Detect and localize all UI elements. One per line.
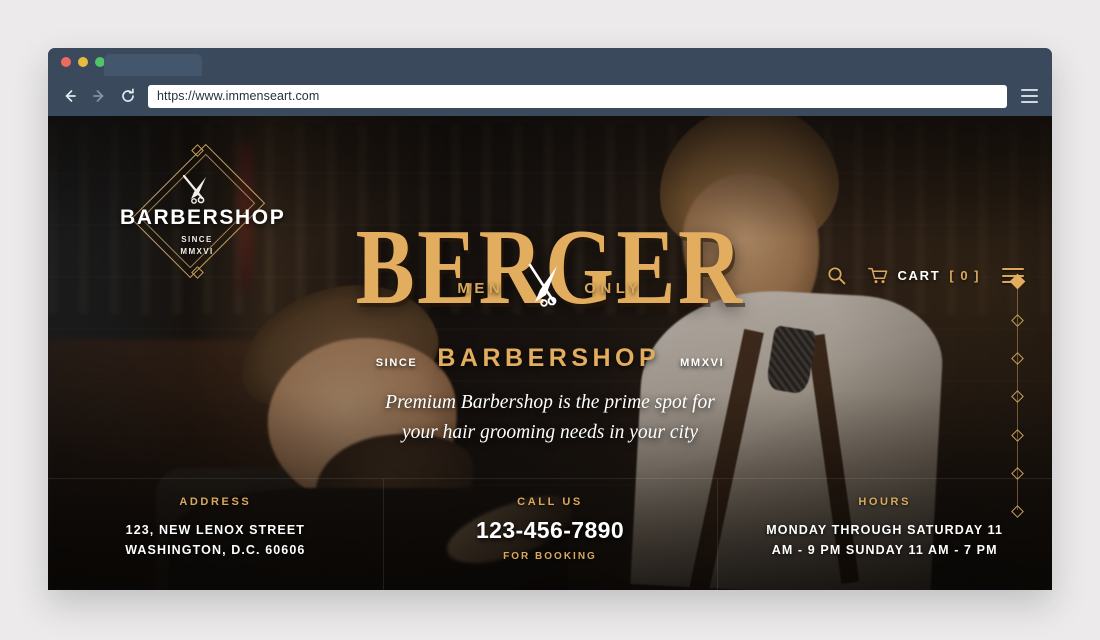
minimize-window-button[interactable] [78, 57, 88, 67]
close-window-button[interactable] [61, 57, 71, 67]
site-logo[interactable]: BARBERSHOP SINCE MMXVI [120, 143, 284, 279]
hours-lines: MONDAY THROUGH SATURDAY 11 AM - 9 PM SUN… [717, 520, 1052, 561]
only-label: ONLY [584, 279, 643, 297]
razor-scissors-icon [182, 174, 206, 204]
hero-subtitle: SINCE BARBERSHOP MMXVI [48, 344, 1052, 373]
logo-since-year: MMXVI [180, 247, 214, 256]
address-lines: 123, NEW LENOX STREET WASHINGTON, D.C. 6… [48, 520, 383, 561]
window-controls [61, 57, 105, 67]
address-line-2: WASHINGTON, D.C. 60606 [125, 543, 306, 558]
cart-label: CART [897, 268, 941, 283]
info-column-address: ADDRESS 123, NEW LENOX STREET WASHINGTON… [48, 479, 383, 590]
cart-button[interactable]: CART [ 0 ] [868, 267, 980, 285]
browser-toolbar: https://www.immenseart.com [48, 76, 1052, 116]
cart-icon [868, 267, 888, 283]
browser-titlebar [48, 48, 1052, 76]
search-icon[interactable] [827, 266, 846, 285]
address-line-1: 123, NEW LENOX STREET [125, 523, 306, 537]
info-column-hours: HOURS MONDAY THROUGH SATURDAY 11 AM - 9 … [717, 479, 1052, 590]
slider-dot-3[interactable] [1010, 352, 1024, 366]
back-arrow-icon[interactable] [62, 88, 78, 104]
hero-since-label: SINCE [375, 357, 418, 369]
contact-info-bar: ADDRESS 123, NEW LENOX STREET WASHINGTON… [48, 478, 1052, 590]
slider-dot-1[interactable] [1009, 273, 1025, 290]
info-column-call: CALL US 123-456-7890 FOR BOOKING [382, 479, 718, 590]
hero-tagline: Premium Barbershop is the prime spot for… [385, 392, 715, 444]
browser-window: https://www.immenseart.com BARBERSHOP SI… [48, 48, 1052, 590]
reload-icon[interactable] [120, 88, 136, 104]
browser-menu-icon[interactable] [1021, 89, 1038, 103]
hours-line-2: AM - 9 PM SUNDAY 11 AM - 7 PM [771, 543, 998, 558]
page-viewport: BARBERSHOP SINCE MMXVI MEN ONLY CART [0… [48, 116, 1052, 590]
header-actions: CART [ 0 ] [827, 266, 1024, 285]
hero-barbershop-label: BARBERSHOP [437, 344, 661, 372]
site-header: BARBERSHOP SINCE MMXVI MEN ONLY CART [0… [48, 116, 1052, 307]
phone-number[interactable]: 123-456-7890 [383, 517, 718, 544]
cart-count-badge: [ 0 ] [949, 268, 980, 283]
slider-navigation [1009, 273, 1025, 518]
address-heading: ADDRESS [179, 496, 252, 508]
slider-dot-2[interactable] [1010, 314, 1024, 328]
forward-arrow-icon[interactable] [91, 88, 107, 104]
men-label: MEN [457, 279, 505, 297]
slider-dot-5[interactable] [1010, 428, 1024, 442]
call-us-heading: CALL US [517, 496, 583, 508]
slider-dot-6[interactable] [1010, 466, 1024, 480]
browser-tab[interactable] [104, 54, 202, 76]
logo-since-word: SINCE [181, 235, 213, 244]
address-bar[interactable]: https://www.immenseart.com [148, 84, 1007, 108]
crossed-razor-scissors-icon [528, 263, 558, 307]
logo-since: SINCE MMXVI [130, 234, 264, 258]
url-text: https://www.immenseart.com [157, 89, 320, 103]
hours-line-1: MONDAY THROUGH SATURDAY 11 [766, 523, 1004, 537]
booking-note: FOR BOOKING [503, 551, 597, 562]
hours-heading: HOURS [858, 496, 912, 508]
slider-dot-4[interactable] [1010, 390, 1024, 404]
browser-nav-buttons [62, 88, 136, 104]
logo-wordmark: BARBERSHOP [120, 206, 286, 229]
hero-year-label: MMXVI [680, 357, 725, 369]
slider-dot-7[interactable] [1010, 505, 1024, 518]
